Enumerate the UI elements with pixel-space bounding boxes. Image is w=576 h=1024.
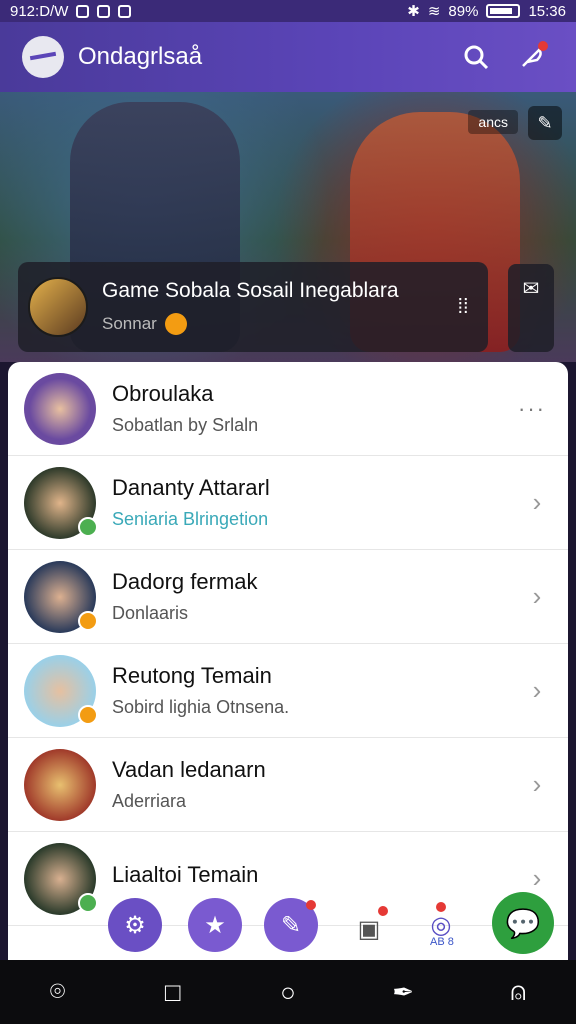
- app-bar: Ondagrlsaå: [0, 22, 576, 92]
- list-item[interactable]: Dananty Attararl Seniaria Blringetion ›: [8, 456, 568, 550]
- list-item[interactable]: Obroulaka Sobatlan by Srlaln ···: [8, 362, 568, 456]
- banner-chip[interactable]: ancs: [468, 110, 518, 134]
- notification-dot: [378, 906, 388, 916]
- clock: 15:36: [528, 2, 566, 20]
- compose-icon[interactable]: ✉: [508, 264, 554, 352]
- avatar: [24, 560, 98, 633]
- group-subtitle: Sonnar: [102, 314, 157, 333]
- group-name: Game Sobala Sosail Inegablara: [102, 279, 399, 302]
- app-logo[interactable]: [22, 36, 64, 78]
- notification-dot: [436, 902, 446, 912]
- feather-icon[interactable]: ✎: [264, 898, 318, 952]
- status-badge: [78, 610, 98, 631]
- chat-fab-icon[interactable]: 💬: [492, 892, 554, 954]
- wifi-signal-icon: ≋: [427, 3, 441, 20]
- feather-icon[interactable]: [510, 35, 554, 79]
- contact-subtitle: Sobatlan by Srlaln: [112, 415, 259, 435]
- contact-subtitle: Aderriara: [112, 791, 187, 811]
- contact-subtitle: Sobird lighia Otnsena.: [112, 697, 290, 717]
- contact-name: Obroulaka: [112, 381, 214, 406]
- contact-name: Reutong Temain: [112, 663, 272, 688]
- contact-name: Dananty Attararl: [112, 475, 270, 500]
- app-title: Ondagrlsaå: [78, 43, 203, 70]
- avatar: [24, 654, 98, 727]
- notification-icon: [76, 4, 90, 18]
- home-circle-icon[interactable]: ○: [258, 977, 318, 1008]
- bottom-action-row: ⚙ ★ ✎ ▣ ◎: [0, 892, 576, 958]
- contact-name: Vadan ledanarn: [112, 757, 266, 782]
- status-left-text: 912:D/W: [10, 2, 69, 20]
- star-icon[interactable]: ★: [188, 898, 242, 952]
- chevron-right-icon[interactable]: ›: [522, 675, 552, 706]
- list-item[interactable]: Vadan ledanarn Aderriara ›: [8, 738, 568, 832]
- more-options-icon[interactable]: ···: [512, 396, 552, 422]
- image-icon[interactable]: ▣: [342, 902, 396, 956]
- chevron-right-icon[interactable]: ›: [522, 581, 552, 612]
- battery-percent: 89%: [448, 2, 479, 20]
- status-badge: [78, 704, 98, 725]
- pen-icon[interactable]: ✒: [373, 977, 433, 1008]
- system-nav-bar: ⌾ □ ○ ✒ ⍝: [0, 960, 576, 1024]
- avatar: [24, 748, 96, 821]
- star-badge-icon: [164, 313, 187, 335]
- search-icon[interactable]: [454, 35, 498, 79]
- status-bar: 912:D/W ✱ ≋ 89% 15:36: [0, 0, 576, 22]
- settings-gear-icon[interactable]: ⚙: [108, 898, 162, 952]
- chevron-right-icon[interactable]: ›: [522, 769, 552, 800]
- notification-icon: [118, 4, 132, 18]
- chevron-right-icon[interactable]: ›: [522, 487, 552, 518]
- list-item[interactable]: Dadorg fermak Donlaaris ›: [8, 550, 568, 644]
- recents-square-icon[interactable]: □: [143, 977, 203, 1008]
- notification-dot: [538, 41, 548, 51]
- status-badge: [78, 516, 98, 537]
- contact-name: Liaaltoi Temain: [112, 861, 259, 887]
- notification-icon: [97, 4, 111, 18]
- grid-icon[interactable]: ⁞⁞: [448, 296, 478, 319]
- mini-label: AB 8: [430, 936, 454, 948]
- contact-subtitle: Donlaaris: [112, 603, 189, 623]
- battery-icon: [486, 4, 521, 18]
- avatar: [24, 372, 96, 445]
- contact-name: Dadorg fermak: [112, 569, 258, 594]
- notification-dot: [306, 900, 316, 910]
- chat-list: Obroulaka Sobatlan by Srlaln ··· Dananty…: [8, 362, 568, 962]
- assistant-icon[interactable]: ⌾: [28, 976, 88, 1008]
- contact-subtitle: Seniaria Blringetion: [112, 509, 269, 529]
- chevron-right-icon[interactable]: ›: [522, 863, 552, 894]
- list-item[interactable]: Reutong Temain Sobird lighia Otnsena. ›: [8, 644, 568, 738]
- group-card[interactable]: Game Sobala Sosail Inegablara Sonnar ⁞⁞: [18, 262, 488, 352]
- bluetooth-icon: ✱: [407, 3, 420, 20]
- group-avatar: [28, 277, 88, 337]
- profile-icon[interactable]: ⍝: [488, 976, 548, 1008]
- edit-icon[interactable]: ✎: [528, 106, 562, 140]
- avatar: [24, 466, 98, 539]
